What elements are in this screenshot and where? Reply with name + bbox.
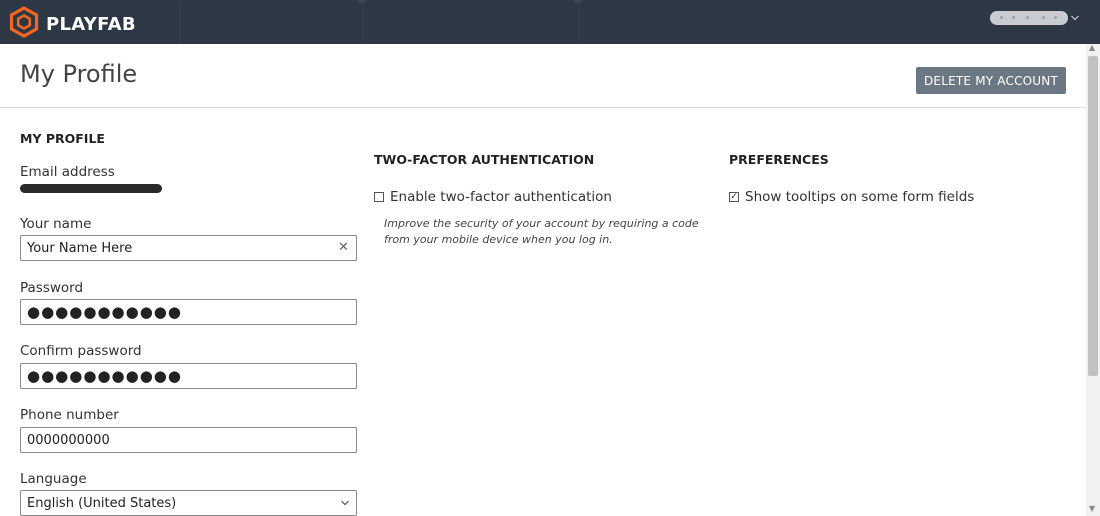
delete-account-button[interactable]: DELETE MY ACCOUNT xyxy=(916,67,1066,94)
decor-dot xyxy=(358,0,366,4)
brand-logo[interactable]: PLAYFAB xyxy=(8,6,136,42)
top-nav-bar: PLAYFAB xyxy=(0,0,1100,44)
user-account-menu[interactable] xyxy=(990,11,1080,25)
decor-line xyxy=(362,0,363,44)
two-factor-label: Enable two-factor authentication xyxy=(390,189,612,205)
tooltips-label: Show tooltips on some form fields xyxy=(745,189,975,205)
name-label: Your name xyxy=(20,216,92,232)
confirm-password-input[interactable] xyxy=(20,363,357,389)
phone-input[interactable] xyxy=(20,427,357,453)
brand-name: PLAYFAB xyxy=(46,13,136,35)
language-label: Language xyxy=(20,471,87,487)
chevron-down-icon xyxy=(341,500,349,506)
preferences-heading: PREFERENCES xyxy=(729,152,829,167)
confirm-password-label: Confirm password xyxy=(20,343,142,359)
page-title: My Profile xyxy=(20,60,138,88)
language-select[interactable]: English (United States) xyxy=(20,490,357,516)
scroll-up-icon[interactable]: ▲ xyxy=(1089,43,1095,52)
decor-line xyxy=(578,0,579,44)
two-factor-heading: TWO-FACTOR AUTHENTICATION xyxy=(374,152,595,167)
scrollbar-thumb[interactable] xyxy=(1088,56,1098,376)
password-label: Password xyxy=(20,280,84,296)
my-profile-heading: MY PROFILE xyxy=(20,131,105,146)
scroll-down-icon[interactable]: ▼ xyxy=(1089,504,1095,513)
divider xyxy=(0,107,1086,108)
email-value-redacted xyxy=(20,184,162,193)
chevron-down-icon xyxy=(1071,15,1079,21)
decor-dot xyxy=(574,0,582,4)
name-input[interactable] xyxy=(20,235,357,261)
close-icon[interactable]: ✕ xyxy=(338,240,349,256)
phone-label: Phone number xyxy=(20,407,119,423)
avatar xyxy=(990,11,1068,25)
language-selected-value: English (United States) xyxy=(27,496,177,511)
decor-line xyxy=(180,0,181,44)
email-label: Email address xyxy=(20,164,115,180)
two-factor-help-text: Improve the security of your account by … xyxy=(384,217,699,246)
tooltips-checkbox[interactable]: ✓ xyxy=(729,192,739,202)
vertical-scrollbar[interactable]: ▲ ▼ xyxy=(1086,43,1100,516)
playfab-hexagon-logo-icon xyxy=(8,6,40,42)
password-input[interactable] xyxy=(20,299,357,325)
two-factor-toggle[interactable]: Enable two-factor authentication xyxy=(374,189,612,205)
tooltips-toggle[interactable]: ✓ Show tooltips on some form fields xyxy=(729,189,974,205)
two-factor-checkbox[interactable] xyxy=(374,192,384,202)
